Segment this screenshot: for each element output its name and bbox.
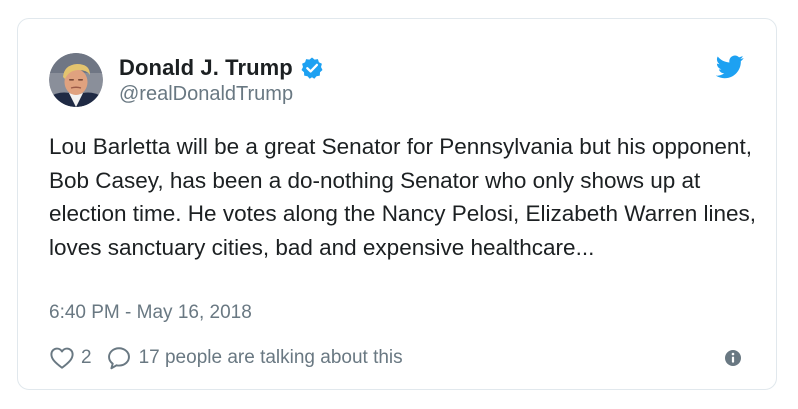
tweet-card: Donald J. Trump @realDonaldTrump Lou Bar… (17, 18, 777, 390)
author-handle[interactable]: @realDonaldTrump (119, 83, 293, 106)
tweet-timestamp[interactable]: 6:40 PM - May 16, 2018 (49, 302, 252, 324)
author-display-name[interactable]: Donald J. Trump (119, 55, 293, 81)
reply-bubble-icon (107, 347, 130, 370)
verified-badge-icon (301, 57, 323, 79)
like-count: 2 (81, 347, 92, 368)
twitter-bird-icon[interactable] (716, 55, 744, 79)
like-button[interactable]: 2 (49, 345, 92, 371)
reply-button[interactable]: 17 people are talking about this (106, 345, 403, 371)
tweet-actions: 2 17 people are talking about this (49, 344, 403, 372)
heart-icon (50, 347, 74, 369)
avatar-photo (49, 53, 103, 107)
avatar[interactable] (49, 53, 103, 107)
tweet-text: Lou Barletta will be a great Senator for… (49, 134, 757, 260)
author-row[interactable]: Donald J. Trump (119, 53, 324, 83)
info-icon[interactable] (724, 349, 742, 367)
conversation-count[interactable]: 17 people are talking about this (139, 347, 403, 369)
